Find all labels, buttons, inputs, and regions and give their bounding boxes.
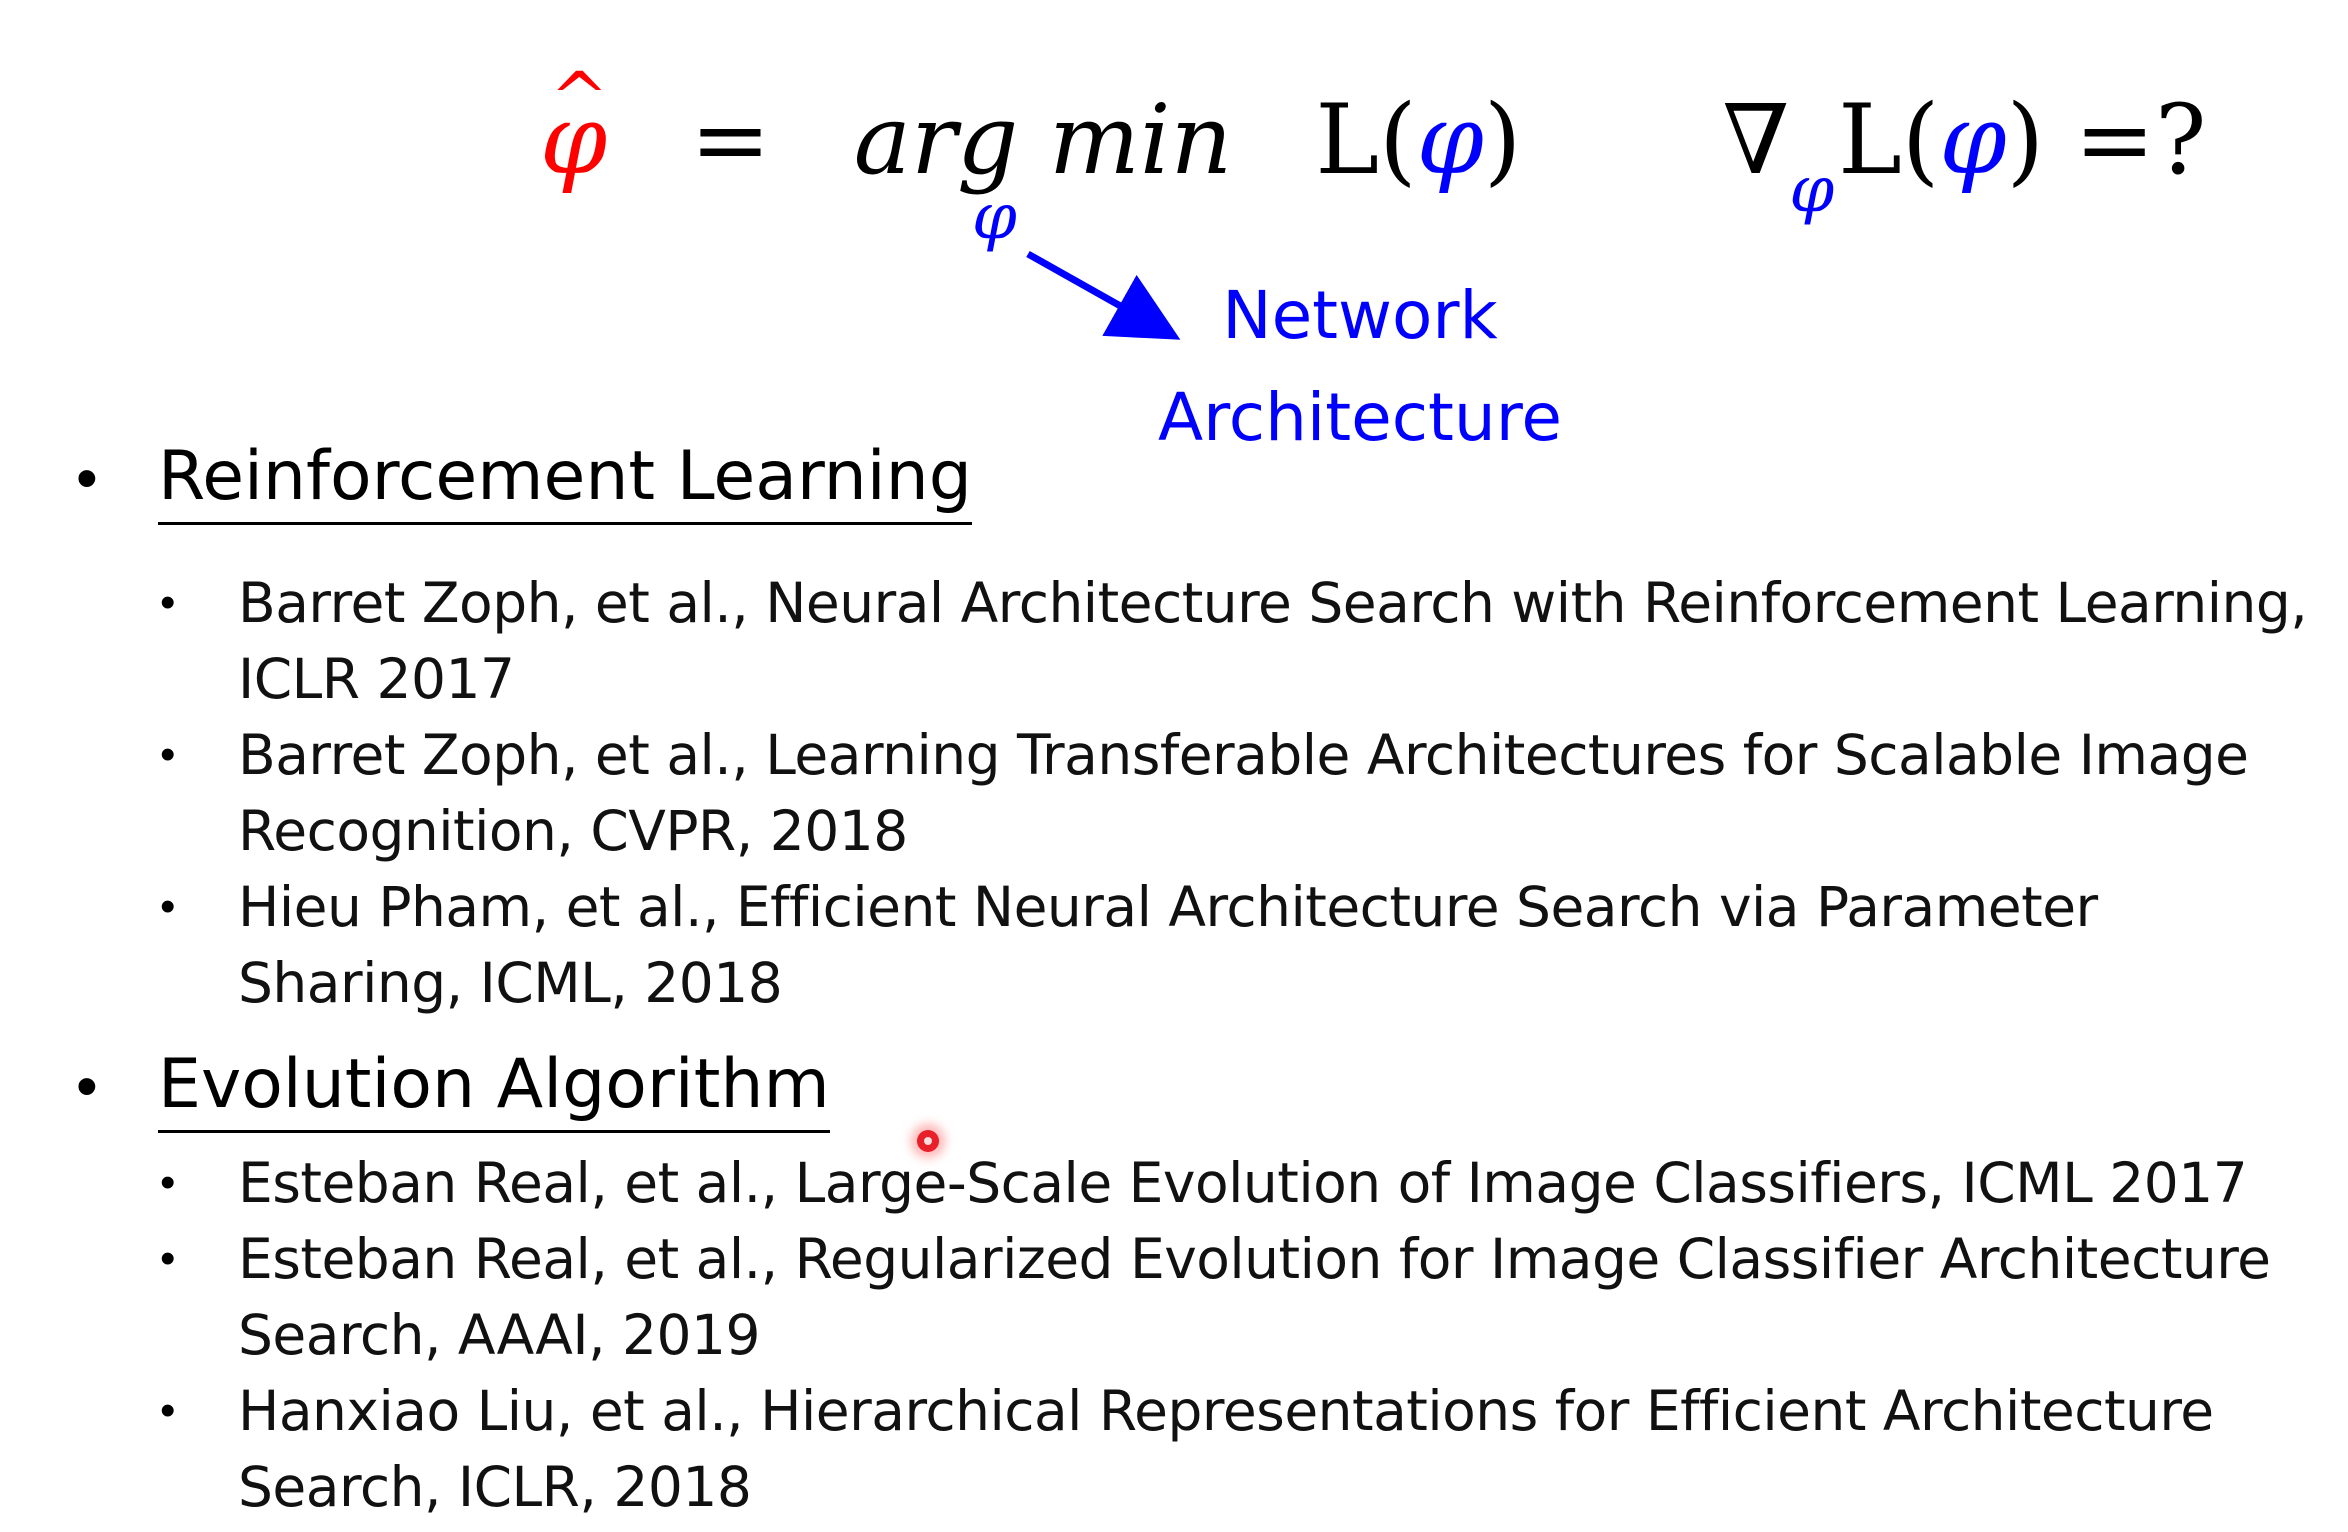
- reference-item: • Esteban Real, et al., Regularized Evol…: [160, 1221, 2338, 1373]
- argmin-subscript-phi: φ: [972, 180, 1017, 254]
- reference-list: • Esteban Real, et al., Large-Scale Evol…: [76, 1145, 2338, 1525]
- nabla-symbol: ∇: [1722, 84, 1790, 196]
- bullet: •: [76, 444, 98, 513]
- objective-formula: ^ φ = arg min L(φ) ∇φL(φ) =?: [540, 57, 2207, 227]
- section-heading: • Evolution Algorithm: [76, 1040, 2338, 1133]
- reference-text: Barret Zoph, et al., Learning Transferab…: [238, 723, 2249, 863]
- gradient-subscript-phi: φ: [1789, 153, 1835, 227]
- section-evolution-algorithm: • Evolution Algorithm • Esteban Real, et…: [76, 1040, 2338, 1525]
- bullet: •: [160, 578, 176, 627]
- reference-text: Hieu Pham, et al., Efficient Neural Arch…: [238, 875, 2098, 1015]
- loss-close-paren: ): [1483, 84, 1522, 196]
- bullet: •: [160, 730, 176, 779]
- reference-item: • Hieu Pham, et al., Efficient Neural Ar…: [160, 869, 2338, 1021]
- equals-sign: =: [690, 84, 771, 196]
- section-reinforcement-learning: • Reinforcement Learning • Barret Zoph, …: [76, 432, 2338, 1021]
- reference-text: Barret Zoph, et al., Neural Architecture…: [238, 571, 2308, 711]
- arrow-line: [1026, 250, 1181, 340]
- reference-item: • Esteban Real, et al., Large-Scale Evol…: [160, 1145, 2338, 1221]
- bullet: •: [160, 1234, 176, 1283]
- bullet: •: [160, 1386, 176, 1435]
- gradient-loss-argument-phi: φ: [1939, 84, 2007, 196]
- reference-item: • Hanxiao Liu, et al., Hierarchical Repr…: [160, 1373, 2338, 1525]
- reference-text: Esteban Real, et al., Regularized Evolut…: [238, 1227, 2271, 1367]
- loss-argument-phi: φ: [1416, 84, 1484, 196]
- hat-accent: ^: [550, 57, 609, 139]
- reference-list: • Barret Zoph, et al., Neural Architectu…: [76, 565, 2338, 1021]
- bullet: •: [76, 1052, 98, 1121]
- bullet: •: [160, 882, 176, 931]
- argmin-operator: arg min: [853, 84, 1233, 196]
- bullet: •: [160, 1158, 176, 1207]
- heading-evolution-algorithm: Evolution Algorithm: [158, 1040, 830, 1133]
- reference-item: • Barret Zoph, et al., Learning Transfer…: [160, 717, 2338, 869]
- heading-reinforcement-learning: Reinforcement Learning: [158, 432, 972, 525]
- laser-pointer: [917, 1130, 939, 1152]
- phi-hat-symbol: ^ φ: [540, 57, 609, 200]
- loss-function: L(: [1315, 84, 1417, 196]
- reference-text: Esteban Real, et al., Large-Scale Evolut…: [238, 1151, 2248, 1215]
- gradient-loss-function: L(: [1838, 84, 1940, 196]
- gradient-close-paren: ): [2006, 84, 2045, 196]
- section-heading: • Reinforcement Learning: [76, 432, 2338, 525]
- gradient-question: =?: [2074, 84, 2207, 196]
- network-label-line1: Network: [1222, 277, 1498, 354]
- reference-item: • Barret Zoph, et al., Neural Architectu…: [160, 565, 2338, 717]
- reference-text: Hanxiao Liu, et al., Hierarchical Repres…: [238, 1379, 2214, 1519]
